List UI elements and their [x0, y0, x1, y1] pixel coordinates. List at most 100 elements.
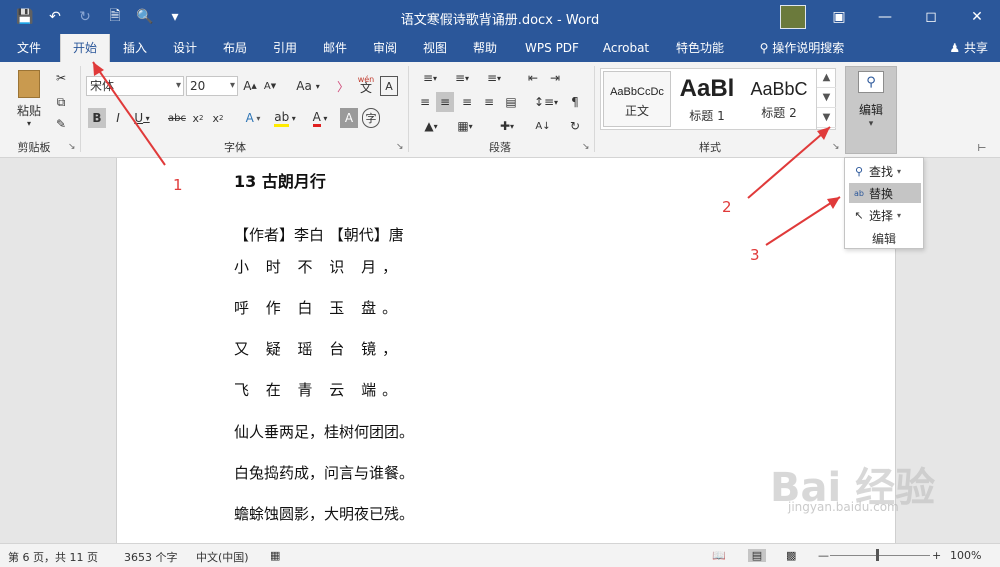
chevron-down-icon: ▾ — [26, 119, 31, 128]
ribbon: 粘贴 ▾ ✂ ⧉ ✎ 剪贴板 ↘ 宋体 ▾ 20 ▾ A ▲ A ▼ Aa ▾ 〉 wé… — [0, 62, 1000, 158]
tab-view[interactable]: 视图 — [412, 34, 458, 62]
print-preview-icon[interactable]: 🔍 — [134, 6, 156, 28]
align-center-icon[interactable]: ≡ — [436, 92, 454, 112]
tab-help[interactable]: 帮助 — [462, 34, 508, 62]
superscript-icon[interactable]: x2 — [210, 108, 226, 128]
tab-review[interactable]: 审阅 — [362, 34, 408, 62]
multilevel-list-icon[interactable]: ≡ ▾ — [480, 68, 508, 88]
chevron-down-icon: ▾ — [897, 166, 902, 176]
zoom-out-icon[interactable]: — — [818, 549, 829, 562]
scroll-up-icon[interactable]: ▲ — [817, 68, 836, 88]
save-icon[interactable]: 💾 — [14, 6, 36, 28]
style-heading-1[interactable]: AaBl 标题 1 — [673, 71, 741, 127]
subscript-icon[interactable]: x2 — [190, 108, 206, 128]
zoom-slider[interactable] — [830, 555, 930, 556]
zoom-in-icon[interactable]: + — [932, 549, 941, 562]
chinese-layout-icon[interactable]: ↻ — [566, 116, 584, 136]
bold-button[interactable]: B — [88, 108, 106, 128]
scroll-down-icon[interactable]: ▼ — [817, 88, 836, 108]
language[interactable]: 中文(中国) — [196, 549, 249, 565]
font-color-icon[interactable]: A ▾ — [306, 108, 334, 128]
enclose-characters-icon[interactable]: 字 — [362, 108, 380, 128]
style-heading-2[interactable]: AaBbC 标题 2 — [745, 71, 813, 127]
tab-insert[interactable]: 插入 — [112, 34, 158, 62]
search-icon: ⚲ — [858, 71, 884, 93]
tab-design[interactable]: 设计 — [162, 34, 208, 62]
zoom-slider-thumb[interactable] — [876, 549, 879, 561]
distributed-icon[interactable]: ▤ — [502, 92, 520, 112]
numbering-icon[interactable]: ≡ ▾ — [448, 68, 476, 88]
select-menu-item[interactable]: ↖ 选择 ▾ — [849, 205, 921, 225]
highlight-color-icon[interactable]: ab ▾ — [270, 108, 300, 128]
tab-file[interactable]: 文件 — [6, 34, 52, 62]
dialog-launcher-icon[interactable]: ↘ — [68, 142, 76, 152]
page-count[interactable]: 第 6 页，共 11 页 — [8, 549, 98, 565]
decrease-indent-icon[interactable]: ⇤ — [524, 68, 542, 88]
underline-button[interactable]: U ▾ — [130, 108, 154, 128]
change-case-icon[interactable]: Aa ▾ — [292, 76, 324, 96]
dialog-launcher-icon[interactable]: ↘ — [396, 142, 404, 152]
replace-menu-item[interactable]: ab 替换 — [849, 183, 921, 203]
text-effects-icon[interactable]: A ▾ — [240, 108, 266, 128]
bullets-icon[interactable]: ≡ ▾ — [416, 68, 444, 88]
tab-layout[interactable]: 布局 — [212, 34, 258, 62]
character-border-icon[interactable]: A — [380, 76, 398, 96]
tab-features[interactable]: 特色功能 — [668, 34, 732, 62]
share-button[interactable]: ♟ 共享 — [949, 34, 988, 62]
copy-icon[interactable]: ⧉ — [52, 92, 70, 112]
more-styles-icon[interactable]: ▼ — [817, 108, 836, 128]
phonetic-guide-icon[interactable]: wén 文 — [356, 72, 376, 96]
customize-icon[interactable]: ▾ — [164, 6, 186, 28]
dialog-launcher-icon[interactable]: ↘ — [832, 142, 840, 152]
justify-icon[interactable]: ≡ — [480, 92, 498, 112]
pin-ribbon-icon[interactable]: ⊢ — [972, 138, 992, 158]
find-menu-item[interactable]: ⚲ 查找 ▾ — [849, 161, 921, 181]
paragraph-mark-icon[interactable]: ¶ — [566, 92, 584, 112]
style-normal[interactable]: AaBbCcDc 正文 — [603, 71, 671, 127]
grow-font-icon[interactable]: A ▲ — [242, 76, 258, 96]
borders-icon[interactable]: ▦ ▾ — [450, 116, 480, 136]
character-shading-icon[interactable]: A — [340, 108, 358, 128]
tab-wps-pdf[interactable]: WPS PDF — [514, 34, 590, 62]
minimize-icon[interactable]: — — [862, 0, 908, 34]
dialog-launcher-icon[interactable]: ↘ — [582, 142, 590, 152]
account-avatar[interactable] — [780, 5, 806, 29]
poem-author: 【作者】李白 【朝代】唐 — [234, 226, 404, 244]
web-layout-icon[interactable]: ▩ — [786, 549, 796, 562]
font-size-combo[interactable]: 20 ▾ — [186, 76, 238, 96]
align-left-icon[interactable]: ≡ — [416, 92, 434, 112]
sort-icon[interactable]: A↓ — [534, 116, 552, 136]
quick-access-toolbar: 💾 ↶ ↻ 🗎 🔍 ▾ — [14, 6, 186, 28]
shading-icon[interactable]: ▲ ▾ — [416, 116, 446, 136]
maximize-icon[interactable]: ◻ — [908, 0, 954, 34]
cut-icon[interactable]: ✂ — [52, 68, 70, 88]
undo-icon[interactable]: ↶ — [44, 6, 66, 28]
strikethrough-icon[interactable]: abc — [166, 108, 188, 128]
print-layout-icon[interactable]: ▤ — [748, 549, 766, 562]
new-icon[interactable]: 🗎 — [104, 6, 126, 28]
tab-home[interactable]: 开始 — [60, 34, 110, 62]
annotation-label-3: 3 — [750, 246, 760, 264]
word-count[interactable]: 3653 个字 — [124, 549, 178, 565]
increase-indent-icon[interactable]: ⇥ — [546, 68, 564, 88]
tell-me-search[interactable]: ⚲ 操作说明搜索 — [748, 34, 856, 62]
close-icon[interactable]: ✕ — [954, 0, 1000, 34]
tab-mailings[interactable]: 邮件 — [312, 34, 358, 62]
editing-button[interactable]: ⚲ 编辑 ▾ — [845, 66, 897, 154]
asian-layout-icon[interactable]: ✚ ▾ — [492, 116, 522, 136]
font-name-combo[interactable]: 宋体 ▾ — [86, 76, 184, 96]
redo-icon[interactable]: ↻ — [74, 6, 96, 28]
line-spacing-icon[interactable]: ↕≡ ▾ — [532, 92, 560, 112]
tab-references[interactable]: 引用 — [262, 34, 308, 62]
shrink-font-icon[interactable]: A ▼ — [262, 76, 278, 96]
macro-record-icon[interactable]: ▦ — [270, 549, 280, 562]
italic-button[interactable]: I — [110, 108, 126, 128]
align-right-icon[interactable]: ≡ — [458, 92, 476, 112]
zoom-level[interactable]: 100% — [950, 549, 981, 562]
tab-acrobat[interactable]: Acrobat — [596, 34, 656, 62]
paste-button[interactable]: 粘贴 ▾ — [12, 68, 46, 130]
restore-ribbon-icon[interactable]: ▣ — [816, 0, 862, 34]
clear-format-icon[interactable]: 〉 — [334, 76, 352, 96]
format-painter-icon[interactable]: ✎ — [52, 114, 70, 134]
read-mode-icon[interactable]: 📖 — [712, 549, 726, 562]
